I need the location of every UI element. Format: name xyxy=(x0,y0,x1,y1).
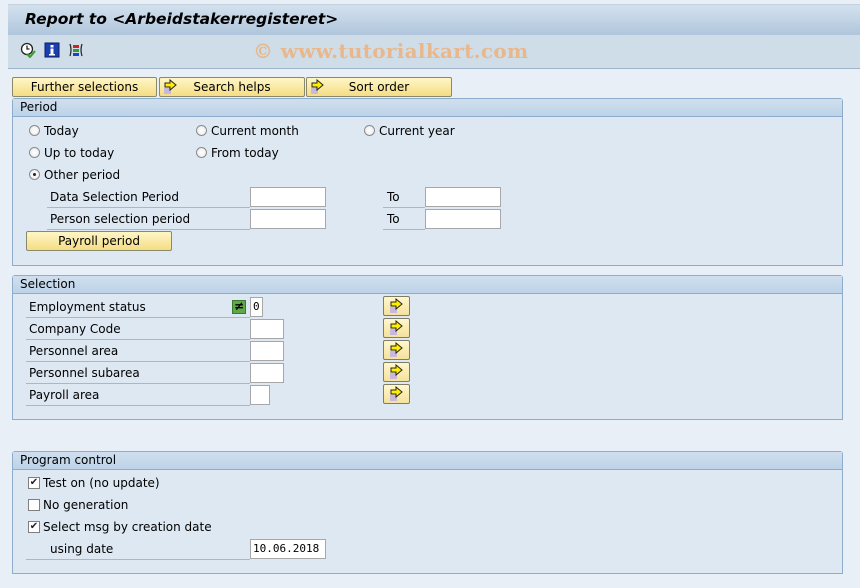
checkbox-label: No generation xyxy=(43,498,129,512)
application-toolbar: © www.tutorialkart.com xyxy=(8,35,860,69)
company-code-label: Company Code xyxy=(29,322,121,336)
button-label: Search helps xyxy=(193,80,271,94)
button-label: Further selections xyxy=(30,80,139,94)
search-helps-button[interactable]: Search helps xyxy=(159,77,305,97)
checkbox-label: Test on (no update) xyxy=(43,476,160,490)
radio-current-year[interactable] xyxy=(364,125,375,136)
radio-label: Other period xyxy=(44,168,121,182)
not-equal-operator-icon[interactable]: ≠ xyxy=(232,300,246,314)
page-title: Report to <Arbeidstakerregisteret> xyxy=(25,10,339,28)
divider xyxy=(383,207,425,208)
arrow-right-icon xyxy=(390,342,403,357)
divider xyxy=(26,405,250,406)
personnel-subarea-multiple-selection-button[interactable] xyxy=(383,362,410,382)
using-date-input[interactable]: 10.06.2018 xyxy=(250,539,326,559)
radio-label: Today xyxy=(44,124,79,138)
info-icon[interactable] xyxy=(44,42,60,58)
person-selection-period-to-input[interactable] xyxy=(425,209,501,229)
group-title: Selection xyxy=(13,276,842,294)
radio-other-period[interactable] xyxy=(29,169,40,180)
to-label: To xyxy=(387,212,400,226)
divider xyxy=(383,229,425,230)
divider xyxy=(47,229,250,230)
arrow-right-icon xyxy=(390,386,403,401)
button-label: Payroll period xyxy=(58,234,140,248)
arrow-right-icon xyxy=(390,298,403,313)
divider xyxy=(26,361,250,362)
personnel-area-input[interactable] xyxy=(250,341,284,361)
checkbox-label: Select msg by creation date xyxy=(43,520,212,534)
personnel-area-multiple-selection-button[interactable] xyxy=(383,340,410,360)
employment-status-label: Employment status xyxy=(29,300,146,314)
data-selection-period-from-input[interactable] xyxy=(250,187,326,207)
radio-label: Current year xyxy=(379,124,455,138)
radio-label: Current month xyxy=(211,124,299,138)
employment-status-input[interactable]: 0 xyxy=(250,297,263,317)
arrow-right-icon xyxy=(390,364,403,379)
payroll-area-label: Payroll area xyxy=(29,388,100,402)
divider xyxy=(26,339,250,340)
arrow-right-icon xyxy=(310,78,326,95)
radio-today[interactable] xyxy=(29,125,40,136)
company-code-multiple-selection-button[interactable] xyxy=(383,318,410,338)
radio-label: From today xyxy=(211,146,279,160)
personnel-subarea-label: Personnel subarea xyxy=(29,366,140,380)
further-selections-button[interactable]: Further selections xyxy=(12,77,157,97)
divider xyxy=(26,559,250,560)
divider xyxy=(26,383,250,384)
personnel-subarea-input[interactable] xyxy=(250,363,284,383)
person-selection-period-label: Person selection period xyxy=(50,212,191,226)
radio-up-to-today[interactable] xyxy=(29,147,40,158)
payroll-area-input[interactable] xyxy=(250,385,270,405)
test-on-checkbox[interactable]: ✔ xyxy=(28,477,40,489)
sort-order-button[interactable]: Sort order xyxy=(306,77,452,97)
button-label: Sort order xyxy=(348,80,410,94)
variant-layout-icon[interactable] xyxy=(68,42,84,58)
program-control-group: Program control xyxy=(12,451,843,574)
company-code-input[interactable] xyxy=(250,319,284,339)
execute-clock-icon[interactable] xyxy=(20,42,36,59)
payroll-area-multiple-selection-button[interactable] xyxy=(383,384,410,404)
select-msg-by-creation-date-checkbox[interactable]: ✔ xyxy=(28,521,40,533)
divider xyxy=(26,317,250,318)
title-bar: Report to <Arbeidstakerregisteret> xyxy=(8,4,860,36)
group-title: Period xyxy=(13,99,842,117)
using-date-label: using date xyxy=(50,542,114,556)
personnel-area-label: Personnel area xyxy=(29,344,119,358)
divider xyxy=(47,207,250,208)
employment-status-multiple-selection-button[interactable] xyxy=(383,296,410,316)
radio-label: Up to today xyxy=(44,146,115,160)
group-title: Program control xyxy=(13,452,842,470)
arrow-right-icon xyxy=(163,78,179,95)
no-generation-checkbox[interactable] xyxy=(28,499,40,511)
data-selection-period-to-input[interactable] xyxy=(425,187,501,207)
payroll-period-button[interactable]: Payroll period xyxy=(26,231,172,251)
person-selection-period-from-input[interactable] xyxy=(250,209,326,229)
radio-current-month[interactable] xyxy=(196,125,207,136)
to-label: To xyxy=(387,190,400,204)
arrow-right-icon xyxy=(390,320,403,335)
selection-group: Selection xyxy=(12,275,843,420)
data-selection-period-label: Data Selection Period xyxy=(50,190,179,204)
radio-from-today[interactable] xyxy=(196,147,207,158)
watermark: © www.tutorialkart.com xyxy=(253,39,529,63)
